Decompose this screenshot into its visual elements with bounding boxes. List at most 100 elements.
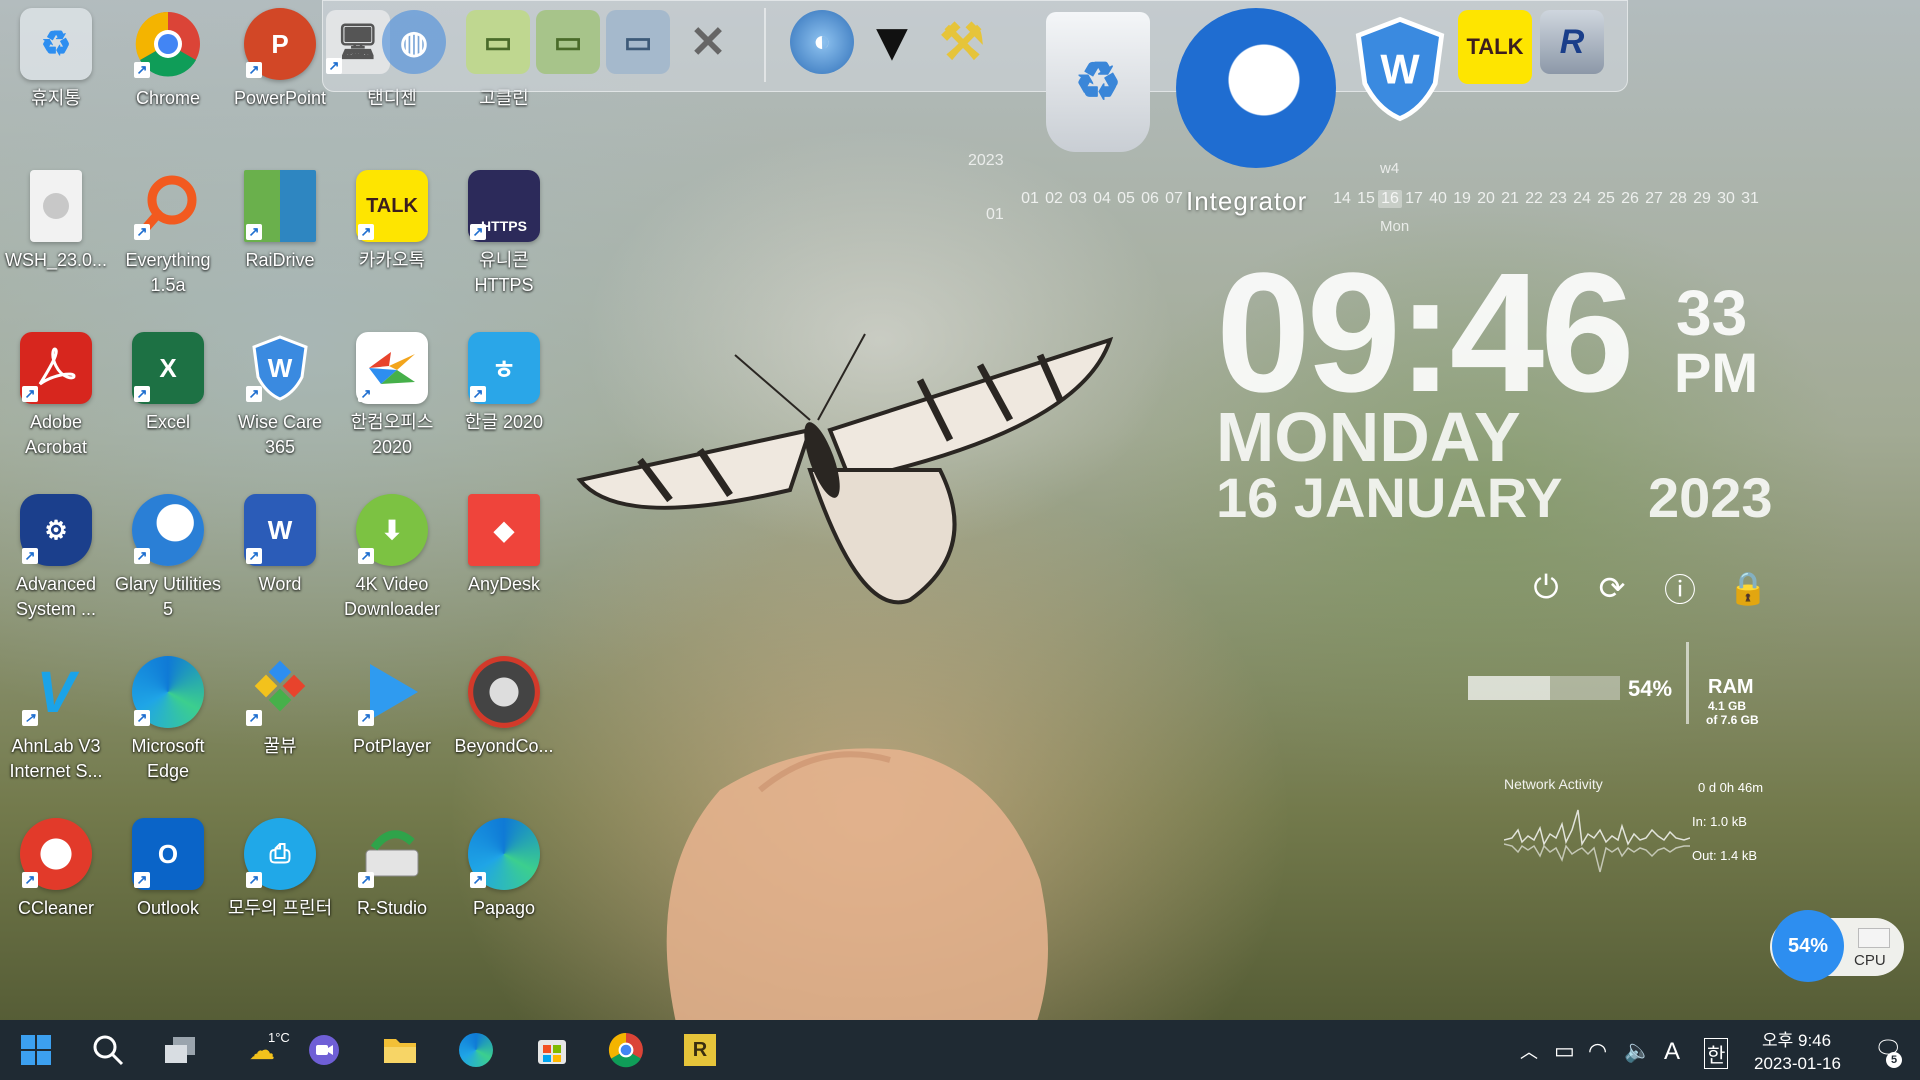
chat-icon xyxy=(309,1035,339,1065)
desktop-icon-acrobat[interactable]: ↗ Adobe Acrobat xyxy=(0,332,112,460)
dock-item-hammer[interactable]: ⚒ xyxy=(930,10,994,74)
icon-label: AnyDesk xyxy=(467,574,541,594)
desktop-icon-edge[interactable]: ↗ Microsoft Edge xyxy=(112,656,224,784)
desktop-icon-hancom-office[interactable]: ↗ 한컴오피스 2020 xyxy=(336,332,448,460)
desktop-icon-raidrive[interactable]: ↗ RaiDrive xyxy=(224,170,336,273)
calendar-day: 26 xyxy=(1621,190,1639,207)
desktop-icon-everything[interactable]: ↗ Everything 1.5a xyxy=(112,170,224,298)
desktop-icon-recycle-bin[interactable]: ♻ 휴지통 xyxy=(0,8,112,111)
svg-text:W: W xyxy=(1380,45,1420,92)
chat-button[interactable] xyxy=(304,1030,344,1070)
calendar-day: 01 xyxy=(1021,190,1039,207)
tray-overflow-button[interactable]: ︿ xyxy=(1520,1038,1538,1064)
desktop-icon-excel[interactable]: X ↗ Excel xyxy=(112,332,224,435)
rainmeter-button[interactable]: R xyxy=(680,1030,720,1070)
tray-ime-mode[interactable]: A xyxy=(1664,1038,1680,1066)
logoff-icon: ⓘ xyxy=(1663,572,1696,608)
weather-widget[interactable]: ☁ 1°C xyxy=(230,1030,294,1070)
dock-item-folder-blue[interactable]: ▭ xyxy=(606,10,670,74)
store-button[interactable] xyxy=(532,1030,572,1070)
desktop-icon-outlook[interactable]: O ↗ Outlook xyxy=(112,818,224,921)
dock-item-wise-care[interactable]: W xyxy=(1350,14,1450,124)
globe-icon: ◍ xyxy=(400,24,428,60)
calendar-month: 01 xyxy=(986,206,1004,223)
taskbar-time[interactable]: 오후 9:46 xyxy=(1762,1026,1831,1051)
desktop-icon-ahnlab[interactable]: V ↗ AhnLab V3 Internet S... xyxy=(0,656,112,784)
calendar-day: 30 xyxy=(1717,190,1735,207)
desktop-icon-kakaotalk[interactable]: TALK ↗ 카카오톡 xyxy=(336,170,448,273)
dock-item-globe[interactable]: ◐ xyxy=(790,10,854,74)
power-icon: ⏻ xyxy=(1533,569,1559,605)
desktop-icon-hangul[interactable]: ㅎ ↗ 한글 2020 xyxy=(448,332,560,435)
dock-item-tools[interactable]: ✕ xyxy=(676,10,740,74)
start-button[interactable] xyxy=(16,1030,56,1070)
powerpoint-icon: P ↗ xyxy=(244,8,316,80)
logoff-button[interactable]: ⓘ xyxy=(1660,568,1700,608)
dock-item-r-studio[interactable]: R xyxy=(1540,10,1604,74)
ram-usage-fill xyxy=(1468,676,1551,700)
taskbar-date[interactable]: 2023-01-16 xyxy=(1754,1054,1841,1074)
task-view-button[interactable] xyxy=(160,1030,200,1070)
lock-button[interactable]: 🔒 xyxy=(1728,568,1768,608)
search-button[interactable] xyxy=(88,1030,128,1070)
icon-label: 꿀뷰 xyxy=(263,736,297,756)
desktop-icon-anydesk[interactable]: ◆ AnyDesk xyxy=(448,494,560,597)
dock-item-recycle-bin[interactable]: ♻ xyxy=(1046,12,1150,152)
restart-button[interactable]: ⟳ xyxy=(1592,568,1632,608)
icon-label: 카카오톡 xyxy=(358,250,426,270)
folder-icon xyxy=(384,1039,416,1063)
tools-icon: ✕ xyxy=(689,17,727,67)
dock-item-kakaotalk[interactable]: TALK xyxy=(1458,10,1532,84)
file-explorer-button[interactable] xyxy=(380,1030,420,1070)
cpu-mini-graph xyxy=(1858,928,1890,948)
cpu-percent: 54% xyxy=(1772,910,1844,982)
dock-item-glary[interactable] xyxy=(1176,8,1336,168)
folder-icon: ▭ xyxy=(623,25,653,59)
papago-icon: ↗ xyxy=(468,818,540,890)
network-out: Out: 1.4 kB xyxy=(1692,848,1758,863)
dock-item-tshirt[interactable]: ▼ xyxy=(860,10,924,74)
desktop-icon-printer[interactable]: ⎙ ↗ 모두의 프린터 xyxy=(224,818,336,921)
icon-label: AhnLab V3 Internet S... xyxy=(9,736,103,781)
desktop-icon-potplayer[interactable]: ↗ PotPlayer xyxy=(336,656,448,759)
dock-item-network[interactable]: ◍ xyxy=(382,10,446,74)
notification-count: 5 xyxy=(1886,1052,1902,1068)
chrome-taskbar-button[interactable] xyxy=(606,1030,646,1070)
desktop-icon-ccleaner[interactable]: ↗ CCleaner xyxy=(0,818,112,921)
shutdown-button[interactable]: ⏻ xyxy=(1526,568,1566,608)
outlook-icon: O ↗ xyxy=(132,818,204,890)
desktop-icon-4k-video[interactable]: ⬇ ↗ 4K Video Downloader xyxy=(336,494,448,622)
desktop-icon-beyondcompare[interactable]: BeyondCo... xyxy=(448,656,560,759)
desktop-icon-powerpoint[interactable]: P ↗ PowerPoint xyxy=(224,8,336,111)
calendar-day: 02 xyxy=(1045,190,1063,207)
chrome-icon: ↗ xyxy=(132,8,204,80)
tray-language[interactable]: 한 xyxy=(1704,1038,1729,1069)
calendar-day: 15 xyxy=(1357,190,1375,207)
calendar-day: 03 xyxy=(1069,190,1087,207)
dock-item-computer[interactable]: 🖥 ↗ xyxy=(326,10,390,74)
edge-icon: ↗ xyxy=(132,656,204,728)
desktop-icon-advanced-system[interactable]: ⚙ ↗ Advanced System ... xyxy=(0,494,112,622)
tray-wifi[interactable]: ◠ xyxy=(1588,1038,1607,1064)
desktop-icon-wsh[interactable]: WSH_23.0... xyxy=(0,170,112,273)
icon-label: Adobe Acrobat xyxy=(24,412,88,457)
desktop-icon-chrome[interactable]: ↗ Chrome xyxy=(112,8,224,111)
lock-icon: 🔒 xyxy=(1728,570,1768,606)
desktop-icon-glary[interactable]: ↗ Glary Utilities 5 xyxy=(112,494,224,622)
dock-item-folder-green[interactable]: ▭ xyxy=(466,10,530,74)
clock-hours-minutes: 09:46 xyxy=(1216,238,1635,428)
desktop-icon-word[interactable]: W ↗ Word xyxy=(224,494,336,597)
dock-item-folder-open[interactable]: ▭ xyxy=(536,10,600,74)
desktop-icon-wise-care[interactable]: W ↗ Wise Care 365 xyxy=(224,332,336,460)
tray-battery[interactable]: ▭ xyxy=(1554,1038,1575,1064)
desktop-icon-honeyview[interactable]: ↗ 꿀뷰 xyxy=(224,656,336,759)
ram-usage-bar xyxy=(1468,676,1620,700)
computer-icon: 🖥 xyxy=(336,23,380,61)
desktop-icon-unicorn[interactable]: HTTPS ↗ 유니콘 HTTPS xyxy=(448,170,560,298)
icon-label: 4K Video Downloader xyxy=(343,574,441,619)
desktop-icon-r-studio[interactable]: ↗ R-Studio xyxy=(336,818,448,921)
desktop-icon-papago[interactable]: ↗ Papago xyxy=(448,818,560,921)
windows-icon xyxy=(21,1035,51,1065)
tray-volume[interactable]: 🔈 xyxy=(1624,1038,1651,1064)
edge-taskbar-button[interactable] xyxy=(456,1030,496,1070)
